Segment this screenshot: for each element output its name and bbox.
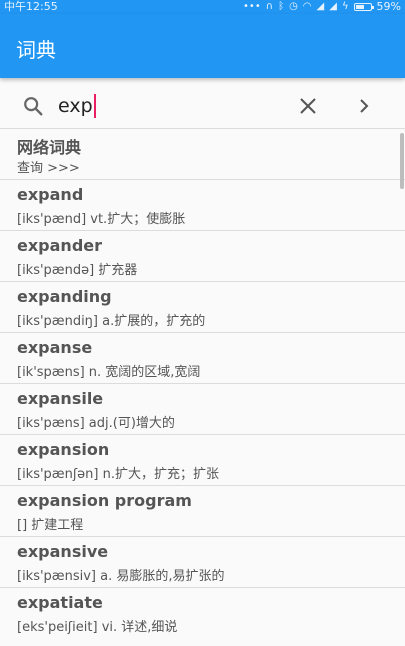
- search-icon: [24, 97, 43, 116]
- headset-icon: ∩: [265, 1, 274, 12]
- list-item[interactable]: expansive [iks'pænsiv] a. 易膨胀的,易扩张的: [0, 536, 405, 587]
- alarm-icon: ◷: [289, 1, 298, 12]
- entry-word: expansive: [17, 542, 109, 561]
- entry-meaning: [iks'pændə] 扩充器: [17, 263, 138, 278]
- battery-icon: [353, 3, 374, 11]
- app-title: 词典: [16, 38, 56, 62]
- list-item[interactable]: expansion [iks'pænʃən] n.扩大，扩充；扩张: [0, 434, 405, 485]
- bluetooth-icon: ᛒ: [278, 1, 285, 12]
- close-icon[interactable]: [298, 96, 318, 116]
- entry-word: expansion: [17, 440, 110, 459]
- entry-word: expander: [17, 236, 103, 255]
- entry-meaning: [iks'pænʃən] n.扩大，扩充；扩张: [17, 467, 219, 482]
- list-item[interactable]: expatiate [eks'peiʃieit] vi. 详述,细说: [0, 587, 405, 638]
- list-item[interactable]: expand [iks'pænd] vt.扩大；使膨胀: [0, 179, 405, 230]
- more-notifications-icon: •••: [243, 1, 261, 12]
- wifi-icon: ◠: [302, 1, 312, 12]
- online-dictionary-subtitle: 查询 >>>: [17, 161, 80, 176]
- search-query-text: exp: [58, 95, 93, 117]
- chevron-right-icon[interactable]: [354, 96, 374, 116]
- entry-word: expanding: [17, 287, 112, 306]
- status-icons: ••• ∩ ᛒ ◷ ◠ ◢ ◢ ϟ 59%: [243, 0, 401, 14]
- entry-meaning: [eks'peiʃieit] vi. 详述,细说: [17, 620, 178, 635]
- entry-word: expansile: [17, 389, 104, 408]
- charging-icon: ϟ: [341, 1, 349, 12]
- entry-meaning: [ik'spæns] n. 宽阔的区域,宽阔: [17, 365, 201, 380]
- entry-word: expansion program: [17, 491, 192, 510]
- online-dictionary-item[interactable]: 网络词典 查询 >>>: [0, 128, 405, 179]
- list-item[interactable]: expansion program [] 扩建工程: [0, 485, 405, 536]
- text-cursor: [93, 94, 96, 118]
- entry-meaning: [iks'pæns] adj.(可)增大的: [17, 416, 175, 431]
- signal-icon: ◢: [316, 1, 325, 12]
- entry-word: expanse: [17, 338, 93, 357]
- list-item[interactable]: expanding [iks'pændiŋ] a.扩展的，扩充的: [0, 281, 405, 332]
- app-bar: 词典: [0, 14, 405, 78]
- entry-word: expand: [17, 185, 84, 204]
- status-time: 中午12:55: [4, 0, 58, 13]
- result-list: 网络词典 查询 >>> expand [iks'pænd] vt.扩大；使膨胀 …: [0, 128, 405, 638]
- search-input[interactable]: exp: [58, 94, 96, 118]
- list-item[interactable]: expanse [ik'spæns] n. 宽阔的区域,宽阔: [0, 332, 405, 383]
- battery-percent: 59%: [376, 0, 401, 13]
- entry-meaning: [iks'pænd] vt.扩大；使膨胀: [17, 212, 186, 227]
- battery-level-fill: [355, 5, 364, 9]
- status-bar: 中午12:55 ••• ∩ ᛒ ◷ ◠ ◢ ◢ ϟ 59%: [0, 0, 405, 14]
- list-item[interactable]: expander [iks'pændə] 扩充器: [0, 230, 405, 281]
- entry-meaning: [iks'pænsiv] a. 易膨胀的,易扩张的: [17, 569, 225, 584]
- entry-meaning: [iks'pændiŋ] a.扩展的，扩充的: [17, 314, 206, 329]
- scrollbar[interactable]: [400, 133, 404, 189]
- entry-meaning: [] 扩建工程: [17, 518, 84, 533]
- entry-word: expatiate: [17, 593, 103, 612]
- signal-2-icon: ◢: [329, 1, 337, 12]
- list-item[interactable]: expansile [iks'pæns] adj.(可)增大的: [0, 383, 405, 434]
- search-bar: exp: [0, 84, 405, 128]
- online-dictionary-title: 网络词典: [17, 138, 82, 157]
